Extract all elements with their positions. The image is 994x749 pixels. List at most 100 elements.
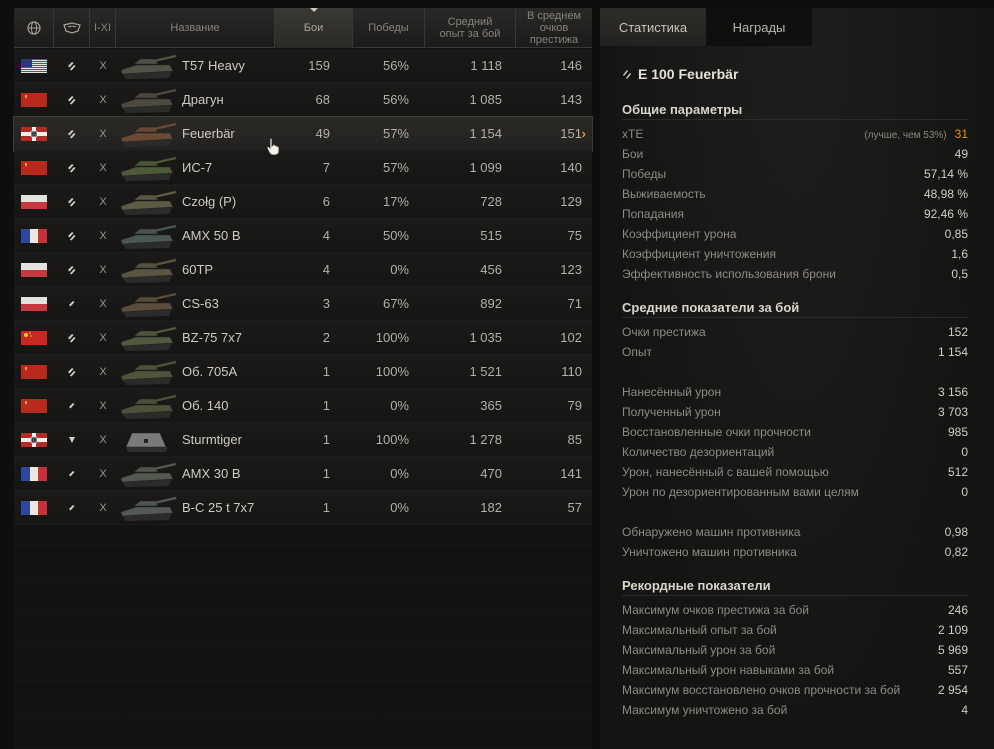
stat-label: Эффективность использования брони (622, 267, 836, 281)
stat-value-group: 0 (961, 485, 968, 499)
vehicle-wins: 0% (390, 466, 409, 481)
stat-value-group: 0,85 (945, 227, 968, 241)
vehicle-row[interactable]: X AMX 30 B 1 0% 470 141 (14, 457, 592, 491)
stat-label: Уничтожено машин противника (622, 545, 797, 559)
vehicle-row[interactable]: X Драгун 68 56% 1 085 143 (14, 83, 592, 117)
vehicle-tier: X (99, 93, 107, 106)
vehicle-avg-xp: 1 035 (469, 330, 502, 345)
vehicle-row[interactable]: X CS-63 3 67% 892 71 (14, 287, 592, 321)
stat-label: Полученный урон (622, 405, 721, 419)
vehicle-type (54, 117, 90, 151)
vehicle-wins: 17% (382, 194, 409, 209)
vehicle-name: Об. 705А (182, 364, 238, 379)
sort-nation-button[interactable] (14, 8, 54, 48)
stat-value-group: 3 156 (938, 385, 968, 399)
vehicle-avg-prestige: 102 (560, 330, 582, 345)
vehicle-name: T57 Heavy (182, 58, 245, 73)
vehicle-wins: 100% (375, 364, 409, 379)
vehicle-row[interactable]: X AMX 50 B 4 50% 515 75 (14, 219, 592, 253)
stat-value-group: 1 154 (938, 345, 968, 359)
vehicle-image (116, 321, 182, 355)
stat-row: Максимум восстановлено очков прочности з… (622, 680, 968, 700)
vehicle-wins: 100% (375, 432, 409, 447)
heavy-tank-type-icon (68, 333, 76, 342)
vehicle-avg-prestige: 146 (560, 58, 582, 73)
vehicle-type (54, 151, 90, 185)
sort-wins-button[interactable]: Победы (353, 8, 425, 48)
nation-flag (14, 117, 54, 151)
vehicle-image (116, 287, 182, 321)
stat-row: Максимальный опыт за бой 2 109 (622, 620, 968, 640)
stat-label: Очки престижа (622, 325, 706, 339)
vehicle-row[interactable]: X Об. 705А 1 100% 1 521 110 (14, 355, 592, 389)
tank-image (120, 292, 177, 317)
vehicle-wins: 67% (382, 296, 409, 311)
vehicle-row[interactable]: X BZ-75 7x7 2 100% 1 035 102 (14, 321, 592, 355)
stat-value: 985 (947, 425, 968, 439)
vehicle-list: X T57 Heavy 159 56% 1 118 146 X Драгун 68 56% 1 … (13, 49, 593, 525)
vehicle-name: BZ-75 7x7 (182, 330, 242, 345)
france-flag-icon (21, 228, 47, 243)
vehicle-avg-prestige: 151 (560, 126, 582, 141)
vehicle-avg-prestige: 129 (560, 194, 582, 209)
tank-image (120, 496, 177, 521)
sort-name-button[interactable]: Название (116, 8, 275, 48)
vehicle-type (54, 389, 90, 423)
vehicle-row[interactable]: X Об. 140 1 0% 365 79 (14, 389, 592, 423)
vehicle-battles: 4 (322, 262, 330, 277)
stat-value: 152 (947, 325, 968, 339)
vehicle-avg-xp: 456 (480, 262, 502, 277)
stat-value-group: 0,5 (951, 267, 968, 281)
vehicle-battles: 1 (322, 432, 330, 447)
vehicle-wins: 100% (375, 330, 409, 345)
sort-avg-xp-button[interactable]: Средний опыт за бой (425, 8, 516, 48)
vehicle-tier: X (99, 195, 107, 208)
vehicle-row[interactable]: X ИС-7 7 57% 1 099 140 (14, 151, 592, 185)
vehicle-wins: 0% (390, 500, 409, 515)
stat-value: 1 154 (937, 345, 968, 359)
vehicle-row[interactable]: X T57 Heavy 159 56% 1 118 146 (14, 49, 592, 83)
vehicle-wins: 56% (382, 92, 409, 107)
vehicle-type (54, 423, 90, 457)
vehicle-row[interactable]: X Sturmtiger 1 100% 1 278 85 (14, 423, 592, 457)
stat-value-group: 985 (948, 425, 968, 439)
stat-value: 0,98 (944, 525, 968, 539)
poland-flag-icon (21, 262, 47, 277)
stat-value-group: 2 109 (938, 623, 968, 637)
sort-tier-button[interactable]: I-XI (90, 8, 116, 48)
name-header-label: Название (170, 22, 220, 34)
tab-awards[interactable]: Награды (706, 8, 812, 46)
stat-label: Бои (622, 147, 644, 161)
stat-note: (лучше, чем 53%) (864, 130, 947, 141)
stat-value-group: 557 (948, 663, 968, 677)
vehicle-image (116, 389, 182, 423)
stat-value-group: 246 (948, 603, 968, 617)
tank-image (125, 432, 168, 452)
sort-battles-button[interactable]: Бои (275, 8, 353, 48)
vehicle-row[interactable]: X Czołg (P) 6 17% 728 129 (14, 185, 592, 219)
vehicle-name: B-C 25 t 7x7 (182, 500, 255, 515)
sort-type-button[interactable] (54, 8, 90, 48)
vehicle-battles: 1 (322, 466, 330, 481)
sort-avg-prestige-button[interactable]: В среднем очков престижа (516, 8, 592, 48)
tab-statistics[interactable]: Статистика (600, 8, 706, 46)
vehicle-row[interactable]: X B-C 25 t 7x7 1 0% 182 57 (14, 491, 592, 525)
tank-image (120, 88, 177, 113)
stat-value: 5 969 (937, 643, 968, 657)
vehicle-type (54, 457, 90, 491)
vehicle-row[interactable]: X Feuerbär 49 57% 1 154 151 › (13, 116, 593, 152)
vehicle-wins: 50% (382, 228, 409, 243)
stat-label: Коэффициент уничтожения (622, 247, 776, 261)
vehicle-battles: 2 (322, 330, 330, 345)
heavy-tank-type-icon (68, 231, 76, 240)
stat-row: Максимальный урон за бой 5 969 (622, 640, 968, 660)
nation-flag (14, 355, 54, 389)
vehicle-type (54, 355, 90, 389)
stat-row: xTE (лучше, чем 53%) 31 (622, 124, 968, 144)
vehicle-battles: 7 (322, 160, 330, 175)
stat-value: 512 (947, 465, 968, 479)
section-title: Средние показатели за бой (622, 298, 968, 318)
medium-tank-type-icon (69, 300, 75, 306)
vehicle-row[interactable]: X 60TP 4 0% 456 123 (14, 253, 592, 287)
stat-label: Максимум восстановлено очков прочности з… (622, 683, 901, 697)
